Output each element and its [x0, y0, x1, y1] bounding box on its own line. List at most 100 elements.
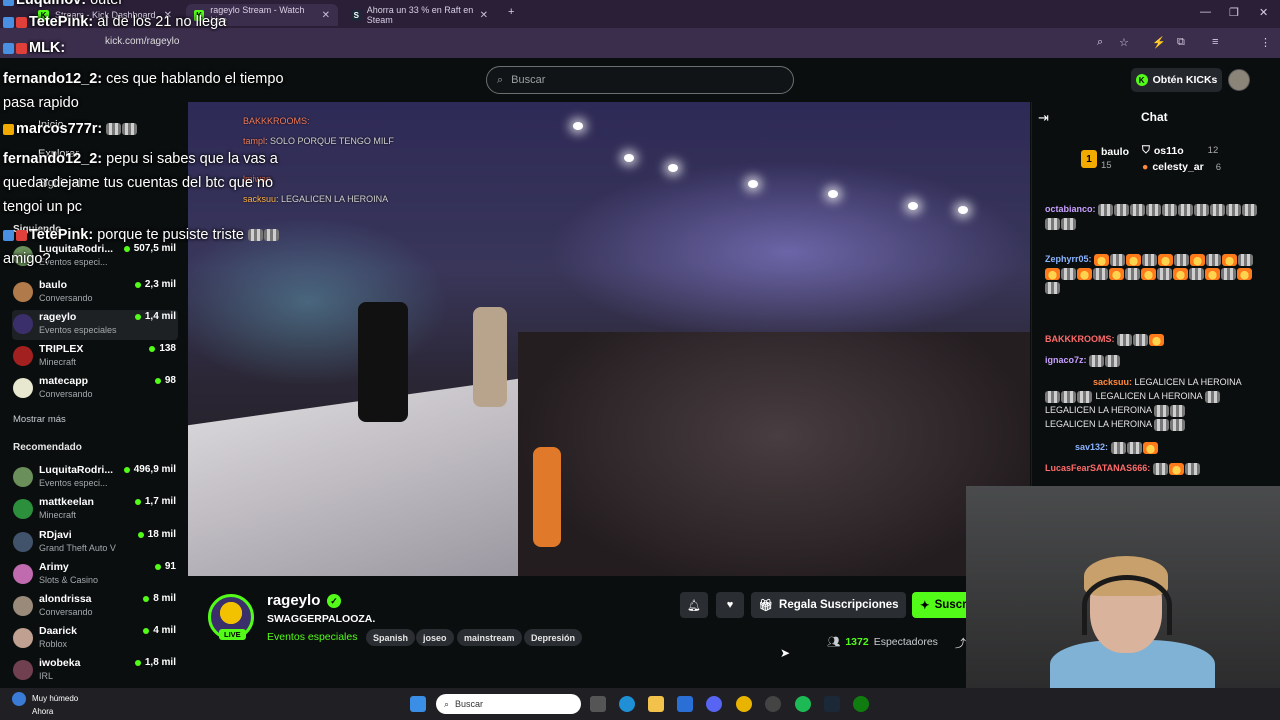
search-input[interactable]: ⌕ Buscar: [486, 66, 794, 94]
chat-message-text: LEGALICEN LA HEROINA: [1095, 391, 1203, 401]
edge-icon[interactable]: [619, 696, 635, 712]
channel-name[interactable]: rageylo: [267, 592, 320, 609]
show-more-link[interactable]: Mostrar más: [13, 414, 66, 425]
leaderboard-entry[interactable]: ● celesty_ar 6: [1142, 161, 1221, 173]
overlay-text: al de los 21 no llega: [97, 14, 227, 30]
channel-name: mattkeelan: [39, 496, 94, 508]
emote-icon: [1089, 354, 1105, 367]
sidebar-channel[interactable]: LuquitaRodri... Eventos especi... 496,9 …: [12, 463, 178, 493]
emote-icon: [1110, 441, 1126, 454]
maximize-icon[interactable]: ❐: [1229, 6, 1239, 19]
discord-icon[interactable]: [706, 696, 722, 712]
share-icon[interactable]: ⤴: [955, 635, 966, 651]
url-field[interactable]: kick.com/rageylo: [105, 36, 179, 47]
stream-tag[interactable]: Spanish: [366, 629, 416, 646]
verified-check-icon: ✓: [327, 594, 341, 608]
close-icon[interactable]: ✕: [480, 10, 488, 21]
chat-message: LucasFearSATANAS666:: [1045, 461, 1265, 475]
leaderboard-entry[interactable]: 1 baulo 15: [1081, 145, 1129, 173]
fire-emote-icon: [1168, 462, 1184, 475]
get-kicks-button[interactable]: K Obtén KICKs: [1131, 68, 1222, 92]
spotify-icon[interactable]: [795, 696, 811, 712]
task-view-icon[interactable]: [590, 696, 606, 712]
zoom-icon[interactable]: ⌕: [1097, 36, 1103, 49]
sidebar-channel[interactable]: mattkeelan Minecraft 1,7 mil: [12, 495, 178, 525]
sidebar-channel[interactable]: Daarick Roblox 4 mil: [12, 624, 178, 654]
video-player[interactable]: BAKKKROOMS: tampl: SOLO PORQUE TENGO MIL…: [188, 102, 1030, 576]
subscribe-label: Suscr: [934, 599, 966, 611]
sidebar-channel[interactable]: TRIPLEX Minecraft 138: [12, 342, 178, 372]
emote-icon: [1142, 253, 1158, 266]
sidebar-channel[interactable]: alondrissa Conversando 8 mil: [12, 592, 178, 622]
emote-icon: [1206, 253, 1222, 266]
leaderboard-entry[interactable]: ⛉ os11o 12: [1142, 144, 1218, 157]
sidebar-channel[interactable]: matecapp Conversando 98: [12, 374, 178, 404]
xbox-icon[interactable]: [853, 696, 869, 712]
live-dot-icon: [143, 595, 150, 602]
app-icon[interactable]: [765, 696, 781, 712]
gift-subs-button[interactable]: 🎁︎ Regala Suscripciones: [751, 592, 906, 618]
badge-icon: [3, 0, 14, 6]
sidebar-channel[interactable]: iwobeka IRL 1,8 mil: [12, 656, 178, 686]
chat-username[interactable]: LucasFearSATANAS666:: [1045, 463, 1150, 473]
avatar: [13, 499, 33, 519]
stream-tag[interactable]: joseo: [416, 629, 454, 646]
emote-icon: [1210, 203, 1226, 216]
collapse-chat-icon[interactable]: ⇥: [1038, 110, 1049, 126]
viewer-count-value: 507,5 mil: [133, 243, 176, 254]
new-tab-icon[interactable]: +: [508, 6, 514, 18]
browser-menu-icon[interactable]: ⋮: [1260, 36, 1271, 49]
window-close-icon[interactable]: ✕: [1259, 6, 1268, 19]
channel-category: Eventos especiales: [39, 325, 117, 335]
file-explorer-icon[interactable]: [648, 696, 664, 712]
emote-icon: [1125, 267, 1140, 280]
sidebar-channel-selected[interactable]: rageylo Eventos especiales 1,4 mil: [12, 310, 178, 340]
video-stage-light: [908, 202, 918, 210]
viewers-count: 1372: [845, 635, 869, 648]
extensions-puzzle-icon[interactable]: ⧉: [1177, 36, 1185, 49]
fire-emote-icon: [1205, 267, 1220, 280]
chat-username[interactable]: octabianco:: [1045, 204, 1096, 214]
subscribe-button[interactable]: ✦ Suscr: [912, 592, 966, 618]
taskbar-search[interactable]: ⌕ Buscar: [436, 694, 581, 714]
notification-bell-button[interactable]: 🔔︎: [680, 592, 708, 618]
weather-widget[interactable]: Muy húmedo Ahora: [12, 692, 78, 717]
minimize-icon[interactable]: —: [1200, 6, 1211, 18]
close-icon[interactable]: ✕: [322, 10, 330, 21]
follow-button[interactable]: ♥: [716, 592, 744, 618]
bookmark-star-icon[interactable]: ☆: [1119, 36, 1129, 49]
tab-steam-raft[interactable]: S Ahorra un 33 % en Raft en Steam ✕: [344, 4, 496, 26]
emote-icon: [106, 123, 122, 136]
channel-category: IRL: [39, 671, 54, 681]
emote-icon: [1162, 203, 1178, 216]
channel-category: Slots & Casino: [39, 575, 99, 585]
steam-icon[interactable]: [824, 696, 840, 712]
viewer-count-value: 18 mil: [147, 529, 176, 540]
sidebar-channel[interactable]: baulo Conversando 2,3 mil: [12, 278, 178, 308]
chat-username[interactable]: sav132:: [1075, 442, 1108, 452]
store-icon[interactable]: [677, 696, 693, 712]
chat-username[interactable]: sacksuu:: [1093, 377, 1132, 387]
stream-tag[interactable]: Depresión: [524, 629, 583, 646]
sidebar-channel[interactable]: Arimy Slots & Casino 91: [12, 560, 178, 590]
taskbar-search-placeholder: Buscar: [455, 699, 484, 709]
windows-start-icon[interactable]: [410, 696, 426, 712]
badge-icon: [3, 123, 14, 135]
emote-icon: [1098, 203, 1114, 216]
avatar: [13, 314, 33, 334]
chat-username[interactable]: BAKKKROOMS:: [1045, 334, 1115, 344]
sidebar-channel[interactable]: RDjavi Grand Theft Auto V ... 18 mil: [12, 528, 178, 558]
live-dot-icon: [143, 627, 150, 634]
emote-icon: [1242, 203, 1258, 216]
stream-category-link[interactable]: Eventos especiales: [267, 631, 357, 643]
chat-username[interactable]: ignaco7z:: [1045, 355, 1087, 365]
chat-message-text: LEGALICEN LA HEROINA: [1045, 419, 1152, 429]
tab-search-icon[interactable]: ≡: [1212, 36, 1218, 48]
chat-username[interactable]: Zephyrr05:: [1045, 254, 1092, 264]
stream-tag[interactable]: mainstream: [457, 629, 522, 646]
leaderboard-count: 15: [1101, 160, 1112, 171]
avatar[interactable]: [1228, 69, 1250, 91]
channel-category: Minecraft: [39, 510, 77, 520]
extension-icon[interactable]: ⚡: [1152, 36, 1166, 49]
chrome-icon[interactable]: [736, 696, 752, 712]
